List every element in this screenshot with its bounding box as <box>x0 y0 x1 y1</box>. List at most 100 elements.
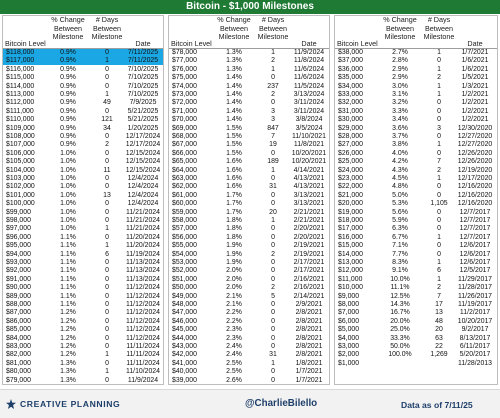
cell-change: 3.4% <box>392 116 408 124</box>
brand-name: CREATIVE PLANNING <box>20 399 121 409</box>
table-row: $114,000 0.9% 0 7/10/2025 <box>3 83 163 91</box>
cell-date: 11/11/2024 <box>126 351 160 359</box>
cell-change: 4.0% <box>392 149 408 157</box>
cell-level: $85,000 <box>6 326 31 334</box>
cell-date: 12/4/2024 <box>127 191 159 199</box>
cell-change: 1.2% <box>60 351 76 359</box>
cell-change: 1.2% <box>60 334 76 342</box>
cell-date: 12/7/2017 <box>459 208 491 216</box>
cell-date: 11/11/2024 <box>126 343 160 350</box>
table-row: $105,000 1.0% 0 12/15/2024 <box>3 158 163 166</box>
cell-change: 5.9% <box>392 217 408 224</box>
cell-level: $115,000 <box>6 74 35 82</box>
table-row: $82,000 1.2% 1 11/11/2024 <box>3 351 163 359</box>
cell-date: 12/6/2017 <box>459 242 491 250</box>
table-row: $118,000 0.9% 0 7/11/2025 <box>3 49 163 57</box>
table-row: $95,000 1.1% 1 11/20/2024 <box>3 242 163 250</box>
cell-level: $70,000 <box>172 116 197 124</box>
cell-level: $13,000 <box>338 259 363 266</box>
cell-level: $79,000 <box>6 376 31 384</box>
cell-level: $108,000 <box>6 133 35 140</box>
table-panel-1: Bitcoin Level% Change Between Milestone # D… <box>2 15 164 385</box>
cell-date: 11/19/2017 <box>458 301 492 308</box>
table-row: $70,000 1.4% 3 3/8/2024 <box>169 116 329 124</box>
cell-level: $25,000 <box>338 158 363 166</box>
table-row: $29,000 3.6% 3 12/30/2020 <box>335 125 497 133</box>
table-row: $74,000 1.4% 237 11/5/2024 <box>169 83 329 91</box>
table-row: $9,000 12.5% 7 11/26/2017 <box>335 293 497 301</box>
cell-change: 1.4% <box>226 91 242 98</box>
cell-level: $54,000 <box>172 250 197 258</box>
cell-change: 4.3% <box>392 166 408 174</box>
cell-date: 11/6/2024 <box>293 65 325 73</box>
cell-level: $47,000 <box>172 309 197 317</box>
table-row: $43,000 2.4% 0 2/8/2021 <box>169 343 329 351</box>
cell-date: 5/21/2025 <box>127 116 159 124</box>
cell-change: 1.2% <box>60 317 76 325</box>
cell-change: 1.4% <box>226 82 242 90</box>
cell-change: 1.5% <box>226 141 242 149</box>
cell-change: 3.2% <box>392 99 408 107</box>
cell-date: 1/7/2021 <box>295 376 323 384</box>
cell-change: 1.1% <box>60 250 76 258</box>
cell-change: 2.3% <box>226 326 242 334</box>
cell-date: 1/8/2021 <box>295 359 323 367</box>
cell-level: $66,000 <box>172 149 197 157</box>
cell-level: $63,000 <box>172 175 197 182</box>
table-row: $116,000 0.9% 0 7/10/2025 <box>3 66 163 74</box>
table-row: $62,000 1.6% 31 4/13/2021 <box>169 183 329 191</box>
table-row: $34,000 3.0% 1 1/3/2021 <box>335 83 497 91</box>
cell-level: $81,000 <box>6 359 31 367</box>
cell-level: $88,000 <box>6 301 31 308</box>
cell-date: 7/10/2025 <box>127 74 159 82</box>
cell-date: 11/2/2017 <box>459 309 491 317</box>
cell-date: 2/14/2021 <box>293 292 325 300</box>
cell-date: 11/12/2024 <box>126 317 160 325</box>
header-change: % Change Between Milestone <box>47 16 89 42</box>
cell-level: $21,000 <box>338 191 363 199</box>
cell-date: 8/13/2017 <box>459 334 491 342</box>
header-days: # Days Between Milestone <box>87 16 127 42</box>
table-row: $71,000 1.4% 3 3/11/2024 <box>169 108 329 116</box>
table-header: Bitcoin Level% Change Between Milestone # D… <box>169 16 329 49</box>
cell-level: $60,000 <box>172 200 197 208</box>
cell-level: $11,000 <box>338 275 363 283</box>
cell-date: 11/9/2024 <box>127 376 159 384</box>
cell-date: 11/21/2024 <box>126 225 160 233</box>
cell-change: 6.3% <box>392 225 408 233</box>
cell-date: 7/10/2025 <box>127 65 159 73</box>
cell-level: $118,000 <box>6 49 35 56</box>
cell-level: $10,000 <box>338 284 363 292</box>
cell-date: 11/13/2024 <box>126 259 160 266</box>
cell-date: 11/21/2024 <box>126 208 160 216</box>
table-row: $81,000 1.3% 0 11/11/2024 <box>3 360 163 368</box>
cell-change: 4.8% <box>392 183 408 191</box>
cell-change: 0.9% <box>60 74 76 82</box>
cell-change: 16.7% <box>390 309 410 317</box>
cell-change: 1.0% <box>60 208 76 216</box>
cell-change: 2.9% <box>392 74 408 82</box>
cell-level: $23,000 <box>338 175 363 182</box>
cell-level: $17,000 <box>338 225 363 233</box>
cell-level: $111,000 <box>6 107 34 115</box>
cell-date: 11/13/2024 <box>126 267 160 275</box>
table-row: $87,000 1.2% 0 11/12/2024 <box>3 309 163 317</box>
cell-change: 8.3% <box>392 259 408 266</box>
cell-date: 12/26/2020 <box>457 149 493 157</box>
cell-date: 2/8/2021 <box>295 317 323 325</box>
cell-level: $77,000 <box>172 57 197 65</box>
cell-level: $9,000 <box>338 292 360 300</box>
cell-date: 12/30/2020 <box>457 124 493 132</box>
cell-level: $34,000 <box>338 82 363 90</box>
table-row: $30,000 3.4% 0 1/2/2021 <box>335 116 497 124</box>
table-row: $57,000 1.8% 0 2/20/2021 <box>169 225 329 233</box>
cell-date: 12/17/2020 <box>457 175 493 182</box>
cell-date: 12/6/2017 <box>459 259 491 266</box>
cell-date: 12/7/2017 <box>459 217 491 224</box>
cell-change: 1.8% <box>226 233 242 241</box>
cell-date: 2/20/2021 <box>293 225 325 233</box>
cell-level: $14,000 <box>338 250 363 258</box>
cell-date: 2/19/2021 <box>293 242 325 250</box>
cell-date: 12/7/2017 <box>459 233 491 241</box>
cell-date: 11/20/2024 <box>126 242 160 250</box>
